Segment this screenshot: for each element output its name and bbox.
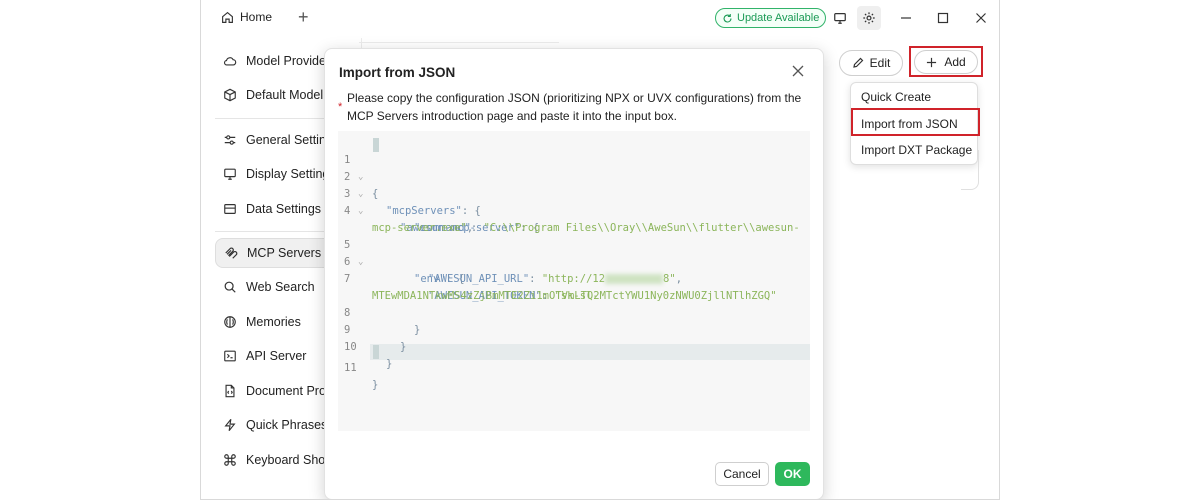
code-line: 4 "command": "C:\\Program Files\\Oray\\A… [344,205,800,234]
monitor-icon[interactable] [831,9,849,27]
refresh-icon [723,13,732,23]
database-icon [224,204,236,214]
add-button[interactable]: Add [914,50,978,74]
sidebar-item-label: Model Provide [246,54,326,68]
new-tab-button[interactable]: + [298,8,309,26]
menu-item-import-dxt-package[interactable]: Import DXT Package [861,143,972,157]
sidebar-item-label: API Server [246,349,307,363]
cancel-button[interactable]: Cancel [715,462,769,486]
code-line: 2 ⌄ "mcpServers": { [338,152,810,217]
code-line: 3 ⌄ "awesun-mcp-server": { [338,169,810,234]
ok-button[interactable]: OK [775,462,810,486]
code-line: 11 } [338,343,810,391]
edit-button-label: Edit [869,56,891,70]
line-number: 11 [344,362,357,374]
sidebar-item-label: General Settin [246,133,326,147]
pencil-icon [852,57,864,68]
sidebar-item-label: Memories [246,315,301,329]
tab-home-label: Home [240,10,273,24]
code-line: 9 } [338,305,810,353]
sliders-icon [224,135,236,145]
edit-button[interactable]: Edit [839,50,903,76]
code-text: } [372,379,379,391]
menu-item-quick-create[interactable]: Quick Create [861,90,931,104]
update-available-label: Update Available [737,12,820,24]
server-icon [224,350,236,362]
titlebar: Home + Update Available [201,0,999,36]
close-icon[interactable] [791,64,807,80]
json-input-editor[interactable]: 1 ⌄ { 2 ⌄ "mcpServers": { 3 ⌄ "awesun-mc… [338,131,810,431]
sidebar-item-label: Document Pro [246,384,326,398]
update-available-button[interactable]: Update Available [715,8,827,28]
app-window: Home + Update Available Model Provide De… [200,0,1000,500]
code-line: mcp-server.exe", [338,203,810,234]
brain-icon [224,316,236,328]
monitor-icon [224,168,236,180]
plus-icon [927,57,937,67]
code-line: MTEwMDA1NTkwMS4zZjBmMTE2Zi1mOTVmLTQ2MTct… [338,271,810,302]
code-line: 7 "AWESUN_API_TOKEN": "sk-sl- [344,273,599,302]
maximize-icon[interactable] [934,9,952,27]
settings-gear-icon[interactable] [857,6,881,30]
dialog-title: Import from JSON [339,65,456,80]
content-header-rule [359,42,559,43]
sidebar-item-label: Quick Phrases [246,418,328,432]
code-line: 10 } [338,322,810,370]
add-button-label: Add [944,55,966,69]
sidebar-item-label: Web Search [246,280,315,294]
sidebar-item-label: MCP Servers [247,246,322,260]
menu-item-highlight [851,108,980,136]
close-window-icon[interactable] [972,9,990,27]
sidebar-item-label: Keyboard Shor [246,453,330,467]
mcp-icon [225,247,238,259]
sidebar-item-label: Display Setting [246,167,330,181]
import-json-dialog: Import from JSON * Please copy the confi… [324,48,824,499]
cube-icon [224,88,236,102]
required-mark: * [338,101,343,113]
code-line: 8 } [338,288,810,336]
minimize-icon[interactable] [897,9,915,27]
zap-icon [224,418,236,432]
code-line: 1 ⌄ { [338,135,810,200]
cloud-icon [223,57,237,66]
sidebar-item-label: Default Model [246,88,324,102]
sidebar-item-label: Data Settings [246,202,322,216]
search-icon [224,281,236,293]
tab-home[interactable]: Home [221,10,272,24]
home-icon [222,11,233,23]
document-icon [225,384,235,398]
dialog-description: Please copy the configuration JSON (prio… [347,91,802,123]
card-edge [961,150,979,190]
command-icon [224,454,236,466]
code-line: 6 "AWESUN_API_URL": "http://12 8", [344,256,683,285]
code-line: 5 ⌄ "env": { [338,220,810,285]
